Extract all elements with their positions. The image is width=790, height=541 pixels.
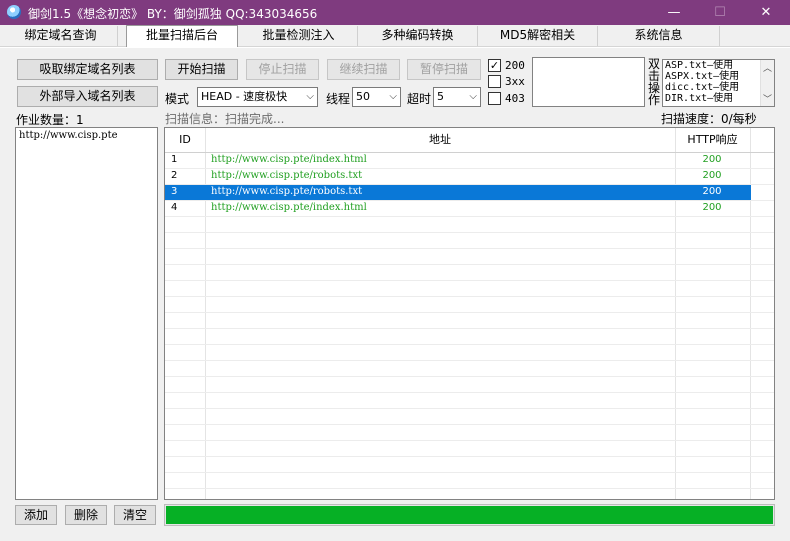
custom-extension-textarea[interactable] <box>532 57 645 107</box>
results-table[interactable]: ID 地址 HTTP响应 1 http://www.cisp.pte/index… <box>164 127 775 500</box>
timeout-select-value: 5 <box>437 90 444 103</box>
progress-fill <box>166 506 773 524</box>
row-url: http://www.cisp.pte/robots.txt <box>211 186 363 197</box>
table-row[interactable]: 2 http://www.cisp.pte/robots.txt 200 <box>165 168 751 184</box>
column-header-http-response[interactable]: HTTP响应 <box>675 128 750 152</box>
threads-select[interactable]: 50 ⌵ <box>352 87 401 107</box>
threads-select-value: 50 <box>356 90 370 103</box>
filter-200-checkbox[interactable]: ✓ <box>488 59 501 72</box>
tab-encoding-convert[interactable]: 多种编码转换 <box>358 26 478 46</box>
clear-button[interactable]: 清空 <box>114 505 156 525</box>
dictionary-item[interactable]: DIR.txt—使用 <box>663 93 774 104</box>
row-gridline <box>165 424 774 425</box>
delete-button[interactable]: 删除 <box>65 505 107 525</box>
close-button[interactable]: ✕ <box>743 0 789 25</box>
start-scan-button[interactable]: 开始扫描 <box>165 59 238 80</box>
app-icon <box>7 5 21 19</box>
fetch-bound-domains-button[interactable]: 吸取绑定域名列表 <box>17 59 158 80</box>
chevron-down-icon: ⌵ <box>306 91 314 102</box>
dictionary-item[interactable]: ASPX.txt—使用 <box>663 71 774 82</box>
table-row[interactable]: 4 http://www.cisp.pte/index.html 200 <box>165 200 751 216</box>
row-gridline <box>165 328 774 329</box>
row-url: http://www.cisp.pte/index.html <box>211 202 367 213</box>
row-gridline <box>165 392 774 393</box>
row-gridline <box>165 184 774 185</box>
chevron-down-icon[interactable]: ﹀ <box>763 92 772 105</box>
import-domains-button[interactable]: 外部导入域名列表 <box>17 86 158 107</box>
dictionary-item[interactable]: dicc.txt—使用 <box>663 82 774 93</box>
tab-batch-sql-injection[interactable]: 批量检测注入 <box>240 26 358 46</box>
tab-bind-domain-query[interactable]: 绑定域名查询 <box>4 26 118 46</box>
timeout-select[interactable]: 5 ⌵ <box>433 87 481 107</box>
filter-3xx-checkbox[interactable] <box>488 75 501 88</box>
row-gridline <box>165 264 774 265</box>
row-gridline <box>165 440 774 441</box>
row-id: 2 <box>171 170 178 181</box>
row-gridline <box>165 168 774 169</box>
column-header-id[interactable]: ID <box>165 128 205 152</box>
row-id: 1 <box>171 154 178 165</box>
row-id: 4 <box>171 202 178 213</box>
scan-panel: 吸取绑定域名列表 外部导入域名列表 作业数量：1 开始扫描 停止扫描 继续扫描 … <box>0 48 790 541</box>
filter-403-checkbox[interactable] <box>488 92 501 105</box>
row-gridline <box>165 408 774 409</box>
window-title: 御剑1.5《想念初恋》 BY：御剑孤独 QQ:343034656 <box>28 7 318 21</box>
row-gridline <box>165 312 774 313</box>
pause-scan-button[interactable]: 暂停扫描 <box>407 59 481 80</box>
mode-select-value: HEAD - 速度极快 <box>201 90 288 103</box>
row-gridline <box>165 376 774 377</box>
row-gridline <box>165 216 774 217</box>
row-id: 3 <box>171 186 178 197</box>
row-url: http://www.cisp.pte/index.html <box>211 154 367 165</box>
mode-label: 模式 <box>165 92 190 106</box>
row-gridline <box>165 248 774 249</box>
mode-select[interactable]: HEAD - 速度极快 ⌵ <box>197 87 318 107</box>
row-http-code: 200 <box>702 154 722 165</box>
domain-list[interactable]: http://www.cisp.pte <box>15 127 158 500</box>
job-count-label: 作业数量：1 <box>16 113 84 127</box>
row-http-code: 200 <box>702 170 722 181</box>
resume-scan-button[interactable]: 继续扫描 <box>327 59 400 80</box>
stop-scan-button[interactable]: 停止扫描 <box>246 59 319 80</box>
dict-double-click-label: 双击操作 <box>647 57 660 107</box>
scan-info-label: 扫描信息：扫描完成... <box>165 112 285 126</box>
row-gridline <box>165 360 774 361</box>
row-gridline <box>165 232 774 233</box>
row-gridline <box>165 280 774 281</box>
chevron-up-icon[interactable]: ︿ <box>763 61 772 74</box>
minimize-button[interactable]: — <box>651 0 697 25</box>
maximize-button[interactable]: ☐ <box>697 0 743 25</box>
dictionary-item[interactable]: ASP.txt—使用 <box>663 60 774 71</box>
row-gridline <box>165 488 774 489</box>
row-http-code: 200 <box>702 202 722 213</box>
dictionary-list[interactable]: ASP.txt—使用 ASPX.txt—使用 dicc.txt—使用 DIR.t… <box>662 59 775 107</box>
chevron-down-icon: ⌵ <box>469 91 477 102</box>
row-gridline <box>165 456 774 457</box>
scan-progress-bar <box>164 504 775 526</box>
threads-label: 线程 <box>326 92 351 106</box>
add-button[interactable]: 添加 <box>15 505 57 525</box>
row-url: http://www.cisp.pte/robots.txt <box>211 170 363 181</box>
table-row[interactable]: 1 http://www.cisp.pte/index.html 200 <box>165 152 751 168</box>
tab-batch-scan-admin[interactable]: 批量扫描后台 <box>126 25 238 47</box>
row-http-code: 200 <box>702 186 722 197</box>
timeout-label: 超时 <box>407 92 432 106</box>
row-gridline <box>165 296 774 297</box>
filter-403-label: 403 <box>505 92 525 105</box>
tab-system-info[interactable]: 系统信息 <box>598 26 720 46</box>
dictionary-scrollbar[interactable]: ︿ ﹀ <box>760 60 774 106</box>
filter-3xx-label: 3xx <box>505 75 525 88</box>
domain-list-item[interactable]: http://www.cisp.pte <box>16 128 157 143</box>
tab-strip: 绑定域名查询 批量扫描后台 批量检测注入 多种编码转换 MD5解密相关 系统信息 <box>0 25 790 47</box>
chevron-down-icon: ⌵ <box>389 91 397 102</box>
filter-200-label: 200 <box>505 59 525 72</box>
table-row-selected[interactable]: 3 http://www.cisp.pte/robots.txt 200 <box>165 184 751 200</box>
title-bar: 御剑1.5《想念初恋》 BY：御剑孤独 QQ:343034656 — ☐ ✕ <box>0 0 790 25</box>
row-gridline <box>165 472 774 473</box>
tab-md5-decrypt[interactable]: MD5解密相关 <box>478 26 598 46</box>
row-gridline <box>165 344 774 345</box>
scan-speed-label: 扫描速度：0/每秒 <box>661 112 757 126</box>
column-header-address[interactable]: 地址 <box>205 128 675 152</box>
row-gridline <box>165 200 774 201</box>
